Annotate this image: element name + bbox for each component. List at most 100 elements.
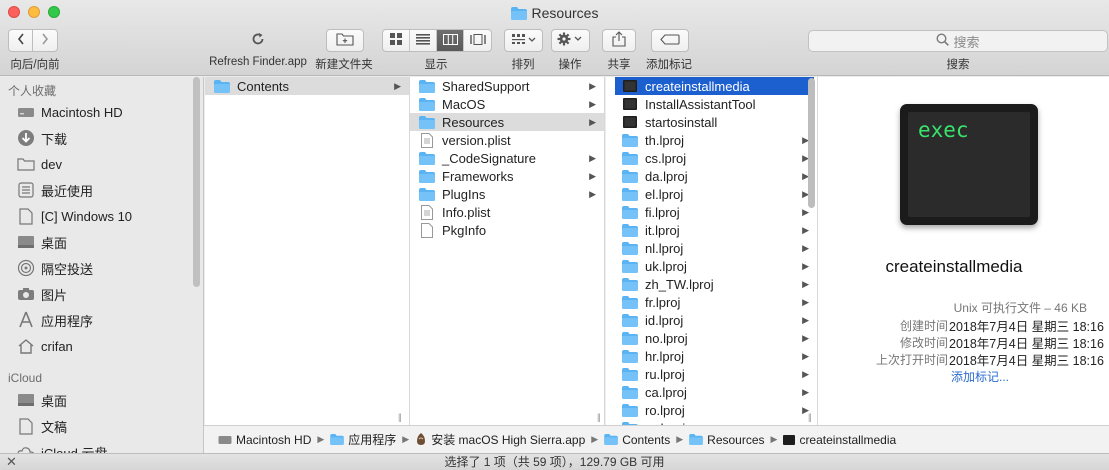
list-item[interactable]: da.lproj ▶ xyxy=(606,167,817,185)
list-item[interactable]: no.lproj ▶ xyxy=(606,329,817,347)
sidebar-item-icloud-drive[interactable]: iCloud 云盘 xyxy=(16,441,107,453)
path-segment[interactable]: Resources xyxy=(689,433,765,447)
close-icon[interactable]: ✕ xyxy=(6,454,17,470)
download-icon xyxy=(16,129,36,147)
list-item[interactable]: Contents ▶ xyxy=(205,77,409,95)
column-resize-handle[interactable]: || xyxy=(808,412,812,422)
path-segment[interactable]: Macintosh HD xyxy=(218,433,311,447)
column-scrollbar[interactable] xyxy=(808,78,815,208)
list-item[interactable]: id.lproj ▶ xyxy=(606,311,817,329)
list-item[interactable]: ro.lproj ▶ xyxy=(606,401,817,419)
list-item[interactable]: it.lproj ▶ xyxy=(606,221,817,239)
list-view-button[interactable] xyxy=(410,30,437,51)
path-segment[interactable]: 应用程序 xyxy=(330,431,396,448)
list-item[interactable]: Frameworks ▶ xyxy=(410,167,604,185)
gallery-view-button[interactable] xyxy=(464,30,491,51)
sidebar-item-applications[interactable]: 应用程序 xyxy=(16,309,93,331)
list-item[interactable]: fi.lproj ▶ xyxy=(606,203,817,221)
list-item[interactable]: th.lproj ▶ xyxy=(606,131,817,149)
list-item-label: th.lproj xyxy=(645,132,685,148)
folder-icon xyxy=(604,434,618,445)
sidebar-item-windows[interactable]: [C] Windows 10 xyxy=(16,205,132,227)
chevron-right-icon: ▶ xyxy=(802,368,809,379)
preview-filename: createinstallmedia xyxy=(885,257,1023,276)
list-item[interactable]: nl.lproj ▶ xyxy=(606,239,817,257)
folder-icon xyxy=(621,259,639,273)
sidebar-item-label: 最近使用 xyxy=(41,183,94,199)
list-item[interactable]: MacOS ▶ xyxy=(410,95,604,113)
list-item[interactable]: uk.lproj ▶ xyxy=(606,257,817,275)
folder-icon xyxy=(418,97,436,111)
chevron-right-icon: ▶ xyxy=(589,152,596,163)
list-item[interactable]: version.plist xyxy=(410,131,604,149)
list-item[interactable]: Info.plist xyxy=(410,203,604,221)
airdrop-icon xyxy=(16,259,36,277)
column-view-button[interactable] xyxy=(437,30,464,51)
list-item[interactable]: PkgInfo xyxy=(410,221,604,239)
list-item[interactable]: SharedSupport ▶ xyxy=(410,77,604,95)
list-item-label: da.lproj xyxy=(645,168,688,184)
preview-modified-key: 修改时间 xyxy=(899,336,948,350)
list-item[interactable]: fr.lproj ▶ xyxy=(606,293,817,311)
icon-view-button[interactable] xyxy=(383,30,410,51)
add-tags-button[interactable] xyxy=(651,29,689,52)
folder-icon xyxy=(16,155,36,173)
new-folder-button[interactable] xyxy=(326,29,364,52)
list-item[interactable]: ca.lproj ▶ xyxy=(606,383,817,401)
exec-icon xyxy=(783,434,796,445)
sidebar-item-recents[interactable]: 最近使用 xyxy=(16,179,93,201)
cloud-icon xyxy=(16,443,36,453)
status-bar: ✕ 选择了 1 项（共 59 项），129.79 GB 可用 xyxy=(0,453,1109,470)
sidebar-item-label: dev xyxy=(41,156,62,172)
sidebar-item-desktop[interactable]: 桌面 xyxy=(16,231,67,253)
hard-drive-icon xyxy=(218,434,232,445)
list-item[interactable]: _CodeSignature ▶ xyxy=(410,149,604,167)
share-button[interactable] xyxy=(602,29,636,52)
back-button[interactable] xyxy=(8,29,33,52)
column-1: Contents ▶ || xyxy=(205,77,410,425)
list-item[interactable]: startosinstall xyxy=(606,113,817,131)
sidebar-scrollbar[interactable] xyxy=(193,77,200,287)
view-mode-segmented xyxy=(382,29,492,52)
path-segment[interactable]: Contents xyxy=(604,433,670,447)
list-item[interactable]: hr.lproj ▶ xyxy=(606,347,817,365)
folder-icon xyxy=(621,151,639,165)
list-item-label: zh_TW.lproj xyxy=(645,276,714,292)
sidebar-item-airdrop[interactable]: 隔空投送 xyxy=(16,257,93,279)
path-segment[interactable]: 安装 macOS High Sierra.app xyxy=(415,431,585,448)
list-item-label: no.lproj xyxy=(645,330,688,346)
list-item[interactable]: PlugIns ▶ xyxy=(410,185,604,203)
add-tags-link[interactable]: 添加标记... xyxy=(951,368,1009,385)
path-segment-label: Contents xyxy=(622,432,671,447)
applications-icon xyxy=(16,311,36,329)
list-item[interactable]: Resources ▶ xyxy=(410,113,604,131)
arrange-button[interactable] xyxy=(504,29,543,52)
column-resize-handle[interactable]: || xyxy=(398,412,402,422)
folder-icon xyxy=(621,403,639,417)
list-item[interactable]: InstallAssistantTool xyxy=(606,95,817,113)
action-button[interactable] xyxy=(551,29,590,52)
sidebar-item-home[interactable]: crifan xyxy=(16,335,73,357)
list-item[interactable]: cs.lproj ▶ xyxy=(606,149,817,167)
refresh-button[interactable] xyxy=(243,29,273,52)
column-resize-handle[interactable]: || xyxy=(597,412,601,422)
list-item-label: hr.lproj xyxy=(645,348,685,364)
forward-button[interactable] xyxy=(32,29,58,52)
sidebar: 个人收藏 Macintosh HD 下载 dev 最近使用 [C] Window… xyxy=(0,77,204,453)
sidebar-item-icloud-desktop[interactable]: 桌面 xyxy=(16,389,67,411)
columns-icon xyxy=(442,33,458,48)
chevron-right-icon: ▶ xyxy=(770,434,778,444)
sidebar-item-downloads[interactable]: 下载 xyxy=(16,127,67,149)
folder-icon xyxy=(621,169,639,183)
list-item[interactable]: zh_TW.lproj ▶ xyxy=(606,275,817,293)
sidebar-item-label: 图片 xyxy=(41,287,68,303)
list-item[interactable]: createinstallmedia xyxy=(615,77,814,95)
sidebar-item-pictures[interactable]: 图片 xyxy=(16,283,67,305)
search-input[interactable]: 搜索 xyxy=(808,30,1108,52)
list-item[interactable]: ru.lproj ▶ xyxy=(606,365,817,383)
sidebar-item-macintosh-hd[interactable]: Macintosh HD xyxy=(16,101,123,123)
list-item[interactable]: el.lproj ▶ xyxy=(606,185,817,203)
path-segment[interactable]: createinstallmedia xyxy=(783,433,896,447)
sidebar-item-dev[interactable]: dev xyxy=(16,153,62,175)
sidebar-item-icloud-documents[interactable]: 文稿 xyxy=(16,415,67,437)
